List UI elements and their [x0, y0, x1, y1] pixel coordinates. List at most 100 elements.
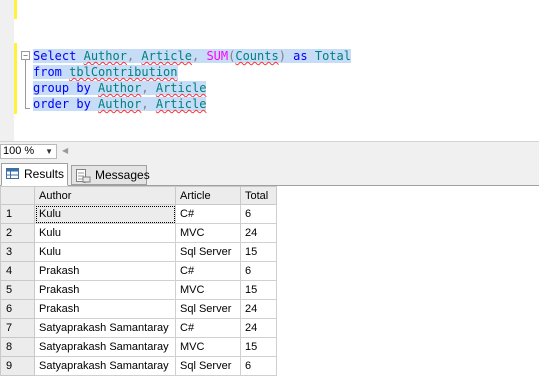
cell-author[interactable]: Satyaprakash Samantaray: [34, 356, 176, 376]
code-token: as: [285, 49, 315, 63]
code-line[interactable]: Select Author, Article, SUM(Counts) as T…: [33, 48, 351, 64]
cell-total[interactable]: 24: [240, 223, 277, 243]
cell-article[interactable]: Sql Server: [175, 242, 241, 262]
cell-author[interactable]: Prakash: [34, 280, 176, 300]
table-row[interactable]: 5 Prakash MVC 15: [0, 280, 277, 300]
cell-total[interactable]: 24: [240, 299, 277, 319]
selected-text: order by Author, Article: [33, 97, 207, 111]
editor-gutter: [0, 0, 14, 141]
table-row[interactable]: 3 Kulu Sql Server 15: [0, 242, 277, 262]
cell-author[interactable]: Kulu: [34, 204, 176, 224]
code-line[interactable]: group by Author, Article: [33, 80, 351, 96]
result-tabs: Results Messages: [0, 160, 539, 186]
table-row[interactable]: 4 Prakash C# 6: [0, 261, 277, 281]
table-row[interactable]: 9 Satyaprakash Samantaray Sql Server 6: [0, 356, 277, 376]
tab-results-label: Results: [24, 167, 65, 181]
scroll-left-icon[interactable]: ◀: [62, 144, 68, 158]
tab-messages-label: Messages: [95, 168, 150, 182]
cell-author[interactable]: Kulu: [34, 223, 176, 243]
cell-author[interactable]: Kulu: [34, 242, 176, 262]
code-token: Total: [314, 49, 351, 63]
cell-total[interactable]: 15: [240, 242, 277, 262]
code-line[interactable]: order by Author, Article: [33, 96, 351, 112]
table-row[interactable]: 2 Kulu MVC 24: [0, 223, 277, 243]
results-grid-area: Author Article Total 1 Kulu C# 6 2 Kulu MVC 24 3…: [0, 186, 539, 387]
table-row[interactable]: 1 Kulu C# 6: [0, 204, 277, 224]
selected-text: Select Author, Article, SUM(Counts) as T…: [33, 49, 351, 63]
cell-total[interactable]: 6: [240, 204, 277, 224]
code-token: ,: [141, 81, 156, 95]
code-token: Article: [155, 81, 207, 95]
cell-author[interactable]: Prakash: [34, 299, 176, 319]
change-indicator-bar: [14, 0, 17, 19]
column-header-total[interactable]: Total: [240, 186, 277, 205]
code-token: tblContribution: [69, 65, 178, 79]
column-header-author[interactable]: Author: [34, 186, 176, 205]
code-line[interactable]: from tblContribution: [33, 64, 351, 80]
code-token: Article: [141, 49, 192, 63]
outline-guide: [25, 60, 26, 108]
cell-article[interactable]: Sql Server: [175, 356, 241, 376]
sql-code[interactable]: Select Author, Article, SUM(Counts) as T…: [33, 48, 351, 112]
row-number-cell[interactable]: 3: [0, 242, 35, 262]
row-number-cell[interactable]: 8: [0, 337, 35, 357]
row-number-cell[interactable]: 7: [0, 318, 35, 338]
cell-article[interactable]: MVC: [175, 337, 241, 357]
results-grid: Author Article Total 1 Kulu C# 6 2 Kulu MVC 24 3…: [0, 186, 277, 376]
table-row[interactable]: 6 Prakash Sql Server 24: [0, 299, 277, 319]
row-number-cell[interactable]: 5: [0, 280, 35, 300]
column-header-article[interactable]: Article: [175, 186, 241, 205]
row-number-cell[interactable]: 9: [0, 356, 35, 376]
row-number-cell[interactable]: 1: [0, 204, 35, 224]
row-number-cell[interactable]: 2: [0, 223, 35, 243]
cell-author[interactable]: Satyaprakash Samantaray: [34, 337, 176, 357]
cell-article[interactable]: MVC: [175, 223, 241, 243]
code-token: Article: [155, 97, 207, 111]
chevron-down-icon[interactable]: ▼: [45, 145, 53, 158]
row-number-cell[interactable]: 4: [0, 261, 35, 281]
code-token: Counts: [235, 49, 279, 63]
code-token: ,: [126, 49, 142, 63]
code-token: ,: [191, 49, 207, 63]
cell-total[interactable]: 24: [240, 318, 277, 338]
table-row[interactable]: 7 Satyaprakash Samantaray C# 24: [0, 318, 277, 338]
selected-text: from tblContribution: [33, 65, 178, 79]
change-indicator-bar: [14, 43, 17, 114]
code-token: SUM: [206, 49, 229, 63]
outline-collapse-icon[interactable]: −: [21, 51, 30, 60]
cell-total[interactable]: 6: [240, 261, 277, 281]
code-token: from: [33, 65, 62, 79]
cell-article[interactable]: C#: [175, 261, 241, 281]
cell-author[interactable]: Prakash: [34, 261, 176, 281]
row-number-cell[interactable]: 6: [0, 299, 35, 319]
cell-total[interactable]: 6: [240, 356, 277, 376]
selected-text: group by Author, Article: [33, 81, 207, 95]
code-token: order by: [33, 97, 91, 111]
cell-total[interactable]: 15: [240, 337, 277, 357]
code-token: Author: [98, 97, 142, 111]
code-token: Author: [83, 49, 127, 63]
cell-article[interactable]: Sql Server: [175, 299, 241, 319]
code-token: ,: [141, 97, 156, 111]
cell-author[interactable]: Satyaprakash Samantaray: [34, 318, 176, 338]
tab-messages[interactable]: Messages: [71, 165, 150, 185]
cell-article[interactable]: MVC: [175, 280, 241, 300]
cell-total[interactable]: 15: [240, 280, 277, 300]
messages-icon: [76, 169, 91, 183]
cell-article[interactable]: C#: [175, 318, 241, 338]
outline-guide-end: [25, 108, 30, 109]
zoom-select[interactable]: 100 % ▼: [0, 144, 57, 159]
zoom-bar: 100 % ▼ ◀: [0, 141, 539, 160]
grid-icon: [6, 168, 19, 179]
query-editor[interactable]: − Select Author, Article, SUM(Counts) as…: [0, 0, 539, 141]
code-token: group by: [33, 81, 91, 95]
tab-results[interactable]: Results: [1, 163, 68, 186]
code-token: ): [278, 49, 286, 63]
table-row[interactable]: 8 Satyaprakash Samantaray MVC 15: [0, 337, 277, 357]
cell-article[interactable]: C#: [175, 204, 241, 224]
grid-corner-cell[interactable]: [0, 186, 35, 205]
grid-header-row: Author Article Total: [0, 186, 277, 205]
